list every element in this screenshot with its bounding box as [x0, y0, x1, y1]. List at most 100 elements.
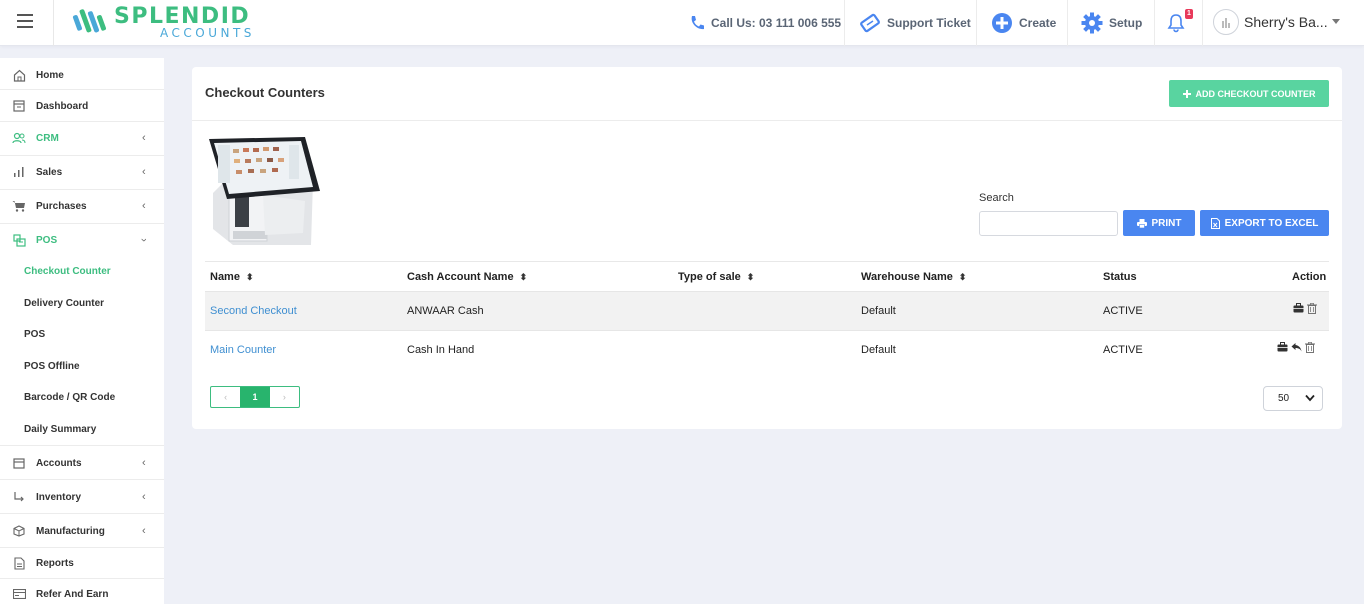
sort-icon[interactable]: ⬍ [246, 272, 254, 283]
sidebar-item-pos[interactable]: POS ‹ [0, 233, 164, 247]
sidebar-item-label: Sales [36, 166, 63, 178]
sidebar-subitem-barcode[interactable]: Barcode / QR Code [24, 392, 115, 403]
search-input[interactable] [979, 211, 1118, 236]
sidebar-subitem-delivery-counter[interactable]: Delivery Counter [24, 298, 104, 309]
cart-icon [12, 199, 26, 213]
pagination-prev-button[interactable]: ‹ [211, 387, 240, 407]
sidebar-item-accounts[interactable]: Accounts ‹ [0, 456, 164, 470]
divider [0, 223, 164, 224]
divider [844, 0, 845, 46]
page-size-select[interactable]: 50 [1263, 386, 1323, 411]
divider [1154, 0, 1155, 46]
ticket-icon [859, 13, 881, 33]
column-header-label: Name [210, 271, 240, 283]
trash-icon[interactable] [1305, 342, 1315, 353]
avatar[interactable] [1213, 9, 1239, 35]
brand-logo-icon[interactable] [72, 5, 108, 39]
table-row: Main Counter Cash In Hand Default ACTIVE [205, 330, 1329, 369]
calendar-icon [12, 456, 26, 470]
sidebar-item-crm[interactable]: CRM ‹ [0, 131, 164, 145]
chevron-left-icon: ‹ [142, 525, 146, 537]
bar-chart-icon [12, 165, 26, 179]
briefcase-icon[interactable] [1293, 303, 1304, 314]
chevron-down-icon: ‹ [137, 238, 150, 242]
add-checkout-counter-button[interactable]: ADD CHECKOUT COUNTER [1169, 80, 1329, 107]
divider [53, 0, 54, 46]
call-us[interactable]: Call Us: 03 111 006 555 [689, 0, 841, 46]
brand-sub: ACCOUNTS [160, 26, 255, 40]
sort-icon[interactable]: ⬍ [747, 272, 755, 283]
sidebar-item-label: POS [36, 234, 58, 246]
divider [205, 261, 1329, 262]
arrow-icon [12, 490, 26, 504]
column-header-name[interactable]: Name ⬍ [210, 271, 254, 283]
box-icon [12, 524, 26, 538]
column-header-warehouse[interactable]: Warehouse Name ⬍ [861, 271, 966, 283]
sidebar-item-inventory[interactable]: Inventory ‹ [0, 490, 164, 504]
setup-button[interactable]: Setup [1081, 0, 1142, 46]
export-to-excel-button[interactable]: EXPORT TO EXCEL [1200, 210, 1329, 236]
column-header-label: Warehouse Name [861, 271, 953, 283]
divider [0, 578, 164, 579]
pagination-page-1[interactable]: 1 [240, 387, 270, 407]
sidebar-item-sales[interactable]: Sales ‹ [0, 165, 164, 179]
table-row: Second Checkout ANWAAR Cash Default ACTI… [205, 291, 1329, 330]
sidebar-subitem-pos[interactable]: POS [24, 329, 45, 340]
divider [0, 479, 164, 480]
sidebar: Home Dashboard CRM ‹ Sales ‹ Purchases ‹… [0, 58, 164, 604]
user-name[interactable]: Sherry's Ba... [1244, 14, 1328, 30]
notifications-button[interactable] [1167, 0, 1185, 46]
support-ticket-button[interactable]: Support Ticket [859, 0, 971, 46]
column-header-action: Action [1292, 271, 1326, 283]
counter-name-link[interactable]: Main Counter [210, 344, 276, 356]
status-cell: ACTIVE [1103, 305, 1143, 317]
chevron-left-icon: ‹ [142, 132, 146, 144]
pagination-next-button[interactable]: › [270, 387, 299, 407]
sidebar-item-manufacturing[interactable]: Manufacturing ‹ [0, 524, 164, 538]
sidebar-item-label: Reports [36, 557, 74, 569]
status-cell: ACTIVE [1103, 344, 1143, 356]
sidebar-subitem-daily-summary[interactable]: Daily Summary [24, 424, 96, 435]
chevron-left-icon: ‹ [142, 457, 146, 469]
sidebar-item-purchases[interactable]: Purchases ‹ [0, 199, 164, 213]
column-header-status: Status [1103, 271, 1137, 283]
add-checkout-counter-label: ADD CHECKOUT COUNTER [1195, 88, 1316, 99]
column-header-type-of-sale[interactable]: Type of sale ⬍ [678, 271, 754, 283]
briefcase-icon[interactable] [1277, 342, 1288, 353]
sidebar-item-label: Purchases [36, 200, 87, 212]
sidebar-item-dashboard[interactable]: Dashboard [0, 99, 164, 113]
divider [0, 155, 164, 156]
chevron-down-icon [1305, 394, 1315, 405]
menu-icon[interactable] [17, 14, 33, 28]
chevron-down-icon[interactable] [1332, 19, 1340, 24]
counter-name-link[interactable]: Second Checkout [210, 305, 297, 317]
report-icon [12, 556, 26, 570]
sidebar-item-home[interactable]: Home [0, 68, 164, 82]
sidebar-item-refer-and-earn[interactable]: Refer And Earn [0, 587, 164, 601]
sidebar-item-label: Dashboard [36, 100, 89, 112]
column-header-cash-account[interactable]: Cash Account Name ⬍ [407, 271, 527, 283]
chevron-left-icon: ‹ [142, 166, 146, 178]
sidebar-item-label: Inventory [36, 491, 82, 503]
file-excel-icon [1210, 217, 1220, 229]
sidebar-item-reports[interactable]: Reports [0, 556, 164, 570]
notification-badge: 1 [1185, 9, 1193, 19]
reply-icon[interactable] [1291, 342, 1302, 353]
trash-icon[interactable] [1307, 303, 1317, 314]
column-header-label: Status [1103, 271, 1137, 283]
warehouse-cell: Default [861, 305, 896, 317]
print-button[interactable]: PRINT [1123, 210, 1195, 236]
support-ticket-label: Support Ticket [887, 16, 971, 30]
create-button[interactable]: Create [991, 0, 1056, 46]
pos-terminal-image [209, 137, 320, 245]
sort-icon[interactable]: ⬍ [520, 272, 528, 283]
top-bar: SPLENDID ACCOUNTS Call Us: 03 111 006 55… [0, 0, 1364, 46]
sidebar-subitem-checkout-counter[interactable]: Checkout Counter [24, 266, 111, 277]
plus-icon [1182, 89, 1191, 98]
row-actions [1293, 303, 1317, 314]
divider [0, 121, 164, 122]
sort-icon[interactable]: ⬍ [959, 272, 967, 283]
divider [1067, 0, 1068, 46]
users-icon [12, 131, 26, 145]
sidebar-subitem-pos-offline[interactable]: POS Offline [24, 361, 80, 372]
